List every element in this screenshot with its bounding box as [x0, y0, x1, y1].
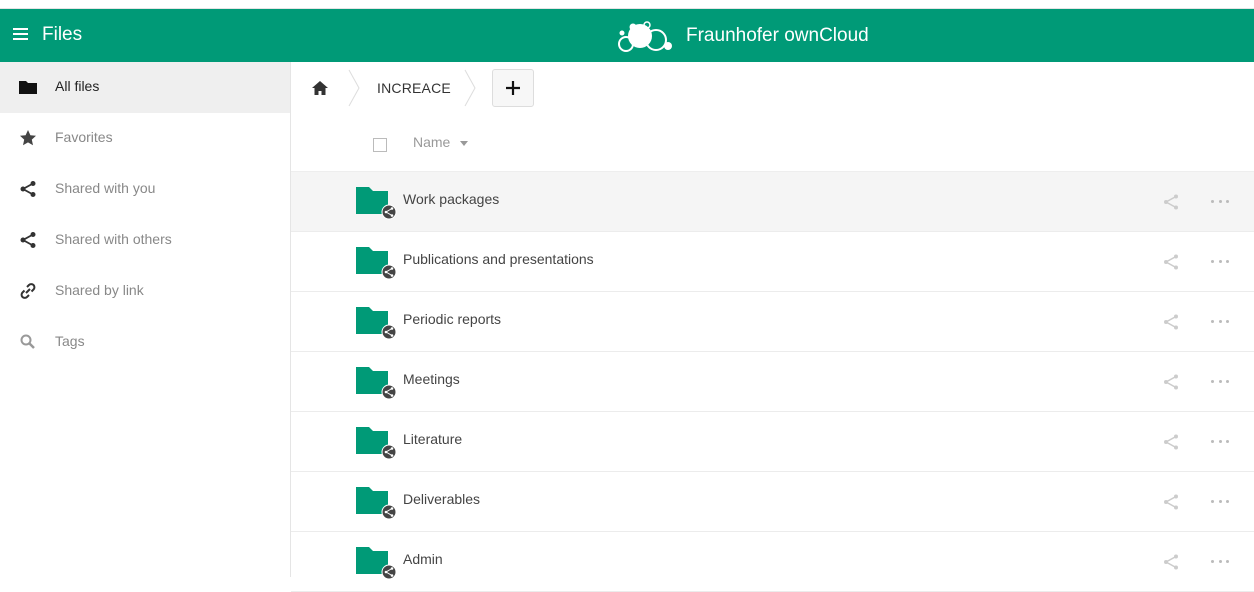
sidebar-item-label: Shared with you: [55, 180, 156, 196]
name-column-header[interactable]: Name: [413, 134, 450, 150]
folder-icon: [19, 81, 37, 94]
file-row[interactable]: Periodic reports: [291, 292, 1254, 352]
share-icon: [20, 181, 36, 197]
share-icon[interactable]: [1162, 313, 1180, 331]
shared-folder-icon: [356, 367, 397, 400]
share-icon: [20, 232, 36, 248]
menu-icon[interactable]: [13, 26, 28, 46]
sidebar-item-label: All files: [55, 78, 100, 94]
file-table-header: Name: [291, 114, 1254, 172]
file-row[interactable]: Admin: [291, 532, 1254, 592]
share-icon[interactable]: [1162, 193, 1180, 211]
file-name[interactable]: Work packages: [403, 191, 499, 207]
share-icon[interactable]: [1162, 553, 1180, 571]
shared-folder-icon: [356, 247, 397, 280]
top-strip: [0, 0, 1254, 9]
file-name[interactable]: Deliverables: [403, 491, 480, 507]
cloud-logo-icon: [618, 21, 672, 52]
shared-folder-icon: [356, 487, 397, 520]
file-row[interactable]: Literature: [291, 412, 1254, 472]
file-name[interactable]: Meetings: [403, 371, 460, 387]
file-name[interactable]: Admin: [403, 551, 443, 567]
new-button[interactable]: [492, 69, 534, 107]
more-options-icon[interactable]: [1211, 260, 1229, 264]
breadcrumb: INCREACE: [291, 62, 1254, 114]
share-icon[interactable]: [1162, 373, 1180, 391]
sidebar-item-shared-with-you[interactable]: Shared with you: [0, 164, 290, 215]
app-title[interactable]: Files: [42, 24, 82, 46]
share-icon[interactable]: [1162, 493, 1180, 511]
sidebar-item-label: Favorites: [55, 129, 113, 145]
file-name[interactable]: Periodic reports: [403, 311, 501, 327]
file-row[interactable]: Deliverables: [291, 472, 1254, 532]
brand-name: Fraunhofer ownCloud: [686, 25, 869, 46]
file-name[interactable]: Literature: [403, 431, 462, 447]
sidebar-item-shared-with-others[interactable]: Shared with others: [0, 215, 290, 266]
link-icon: [20, 283, 36, 299]
sidebar-item-label: Shared with others: [55, 231, 172, 247]
app-header: Files Fraunhofer ownCloud: [0, 9, 1254, 62]
plus-icon: [506, 81, 520, 95]
share-icon[interactable]: [1162, 433, 1180, 451]
more-options-icon[interactable]: [1211, 200, 1229, 204]
shared-folder-icon: [356, 307, 397, 340]
breadcrumb-separator-icon: [464, 69, 476, 107]
sidebar-item-label: Shared by link: [55, 282, 144, 298]
more-options-icon[interactable]: [1211, 500, 1229, 504]
sidebar-item-all-files[interactable]: All files: [0, 62, 290, 113]
home-icon[interactable]: [311, 79, 329, 97]
shared-folder-icon: [356, 187, 397, 220]
brand[interactable]: Fraunhofer ownCloud: [614, 20, 869, 52]
shared-folder-icon: [356, 427, 397, 460]
search-icon: [20, 334, 35, 349]
more-options-icon[interactable]: [1211, 560, 1229, 564]
more-options-icon[interactable]: [1211, 320, 1229, 324]
breadcrumb-separator-icon: [348, 69, 360, 107]
share-icon[interactable]: [1162, 253, 1180, 271]
select-all-checkbox[interactable]: [373, 138, 387, 152]
file-row[interactable]: Work packages: [291, 172, 1254, 232]
more-options-icon[interactable]: [1211, 380, 1229, 384]
file-row[interactable]: Meetings: [291, 352, 1254, 412]
sidebar-item-label: Tags: [55, 333, 85, 349]
sidebar: All files Favorites Shared with you Shar…: [0, 62, 291, 577]
shared-folder-icon: [356, 547, 397, 580]
sidebar-item-shared-by-link[interactable]: Shared by link: [0, 266, 290, 317]
main-content: INCREACE Name Work packages Publications…: [291, 62, 1254, 592]
sort-down-icon[interactable]: [460, 141, 468, 146]
more-options-icon[interactable]: [1211, 440, 1229, 444]
star-icon: [20, 130, 36, 146]
sidebar-item-tags[interactable]: Tags: [0, 317, 290, 368]
sidebar-item-favorites[interactable]: Favorites: [0, 113, 290, 164]
file-list: Work packages Publications and presentat…: [291, 172, 1254, 592]
file-name[interactable]: Publications and presentations: [403, 251, 594, 267]
file-row[interactable]: Publications and presentations: [291, 232, 1254, 292]
breadcrumb-current[interactable]: INCREACE: [377, 80, 451, 96]
